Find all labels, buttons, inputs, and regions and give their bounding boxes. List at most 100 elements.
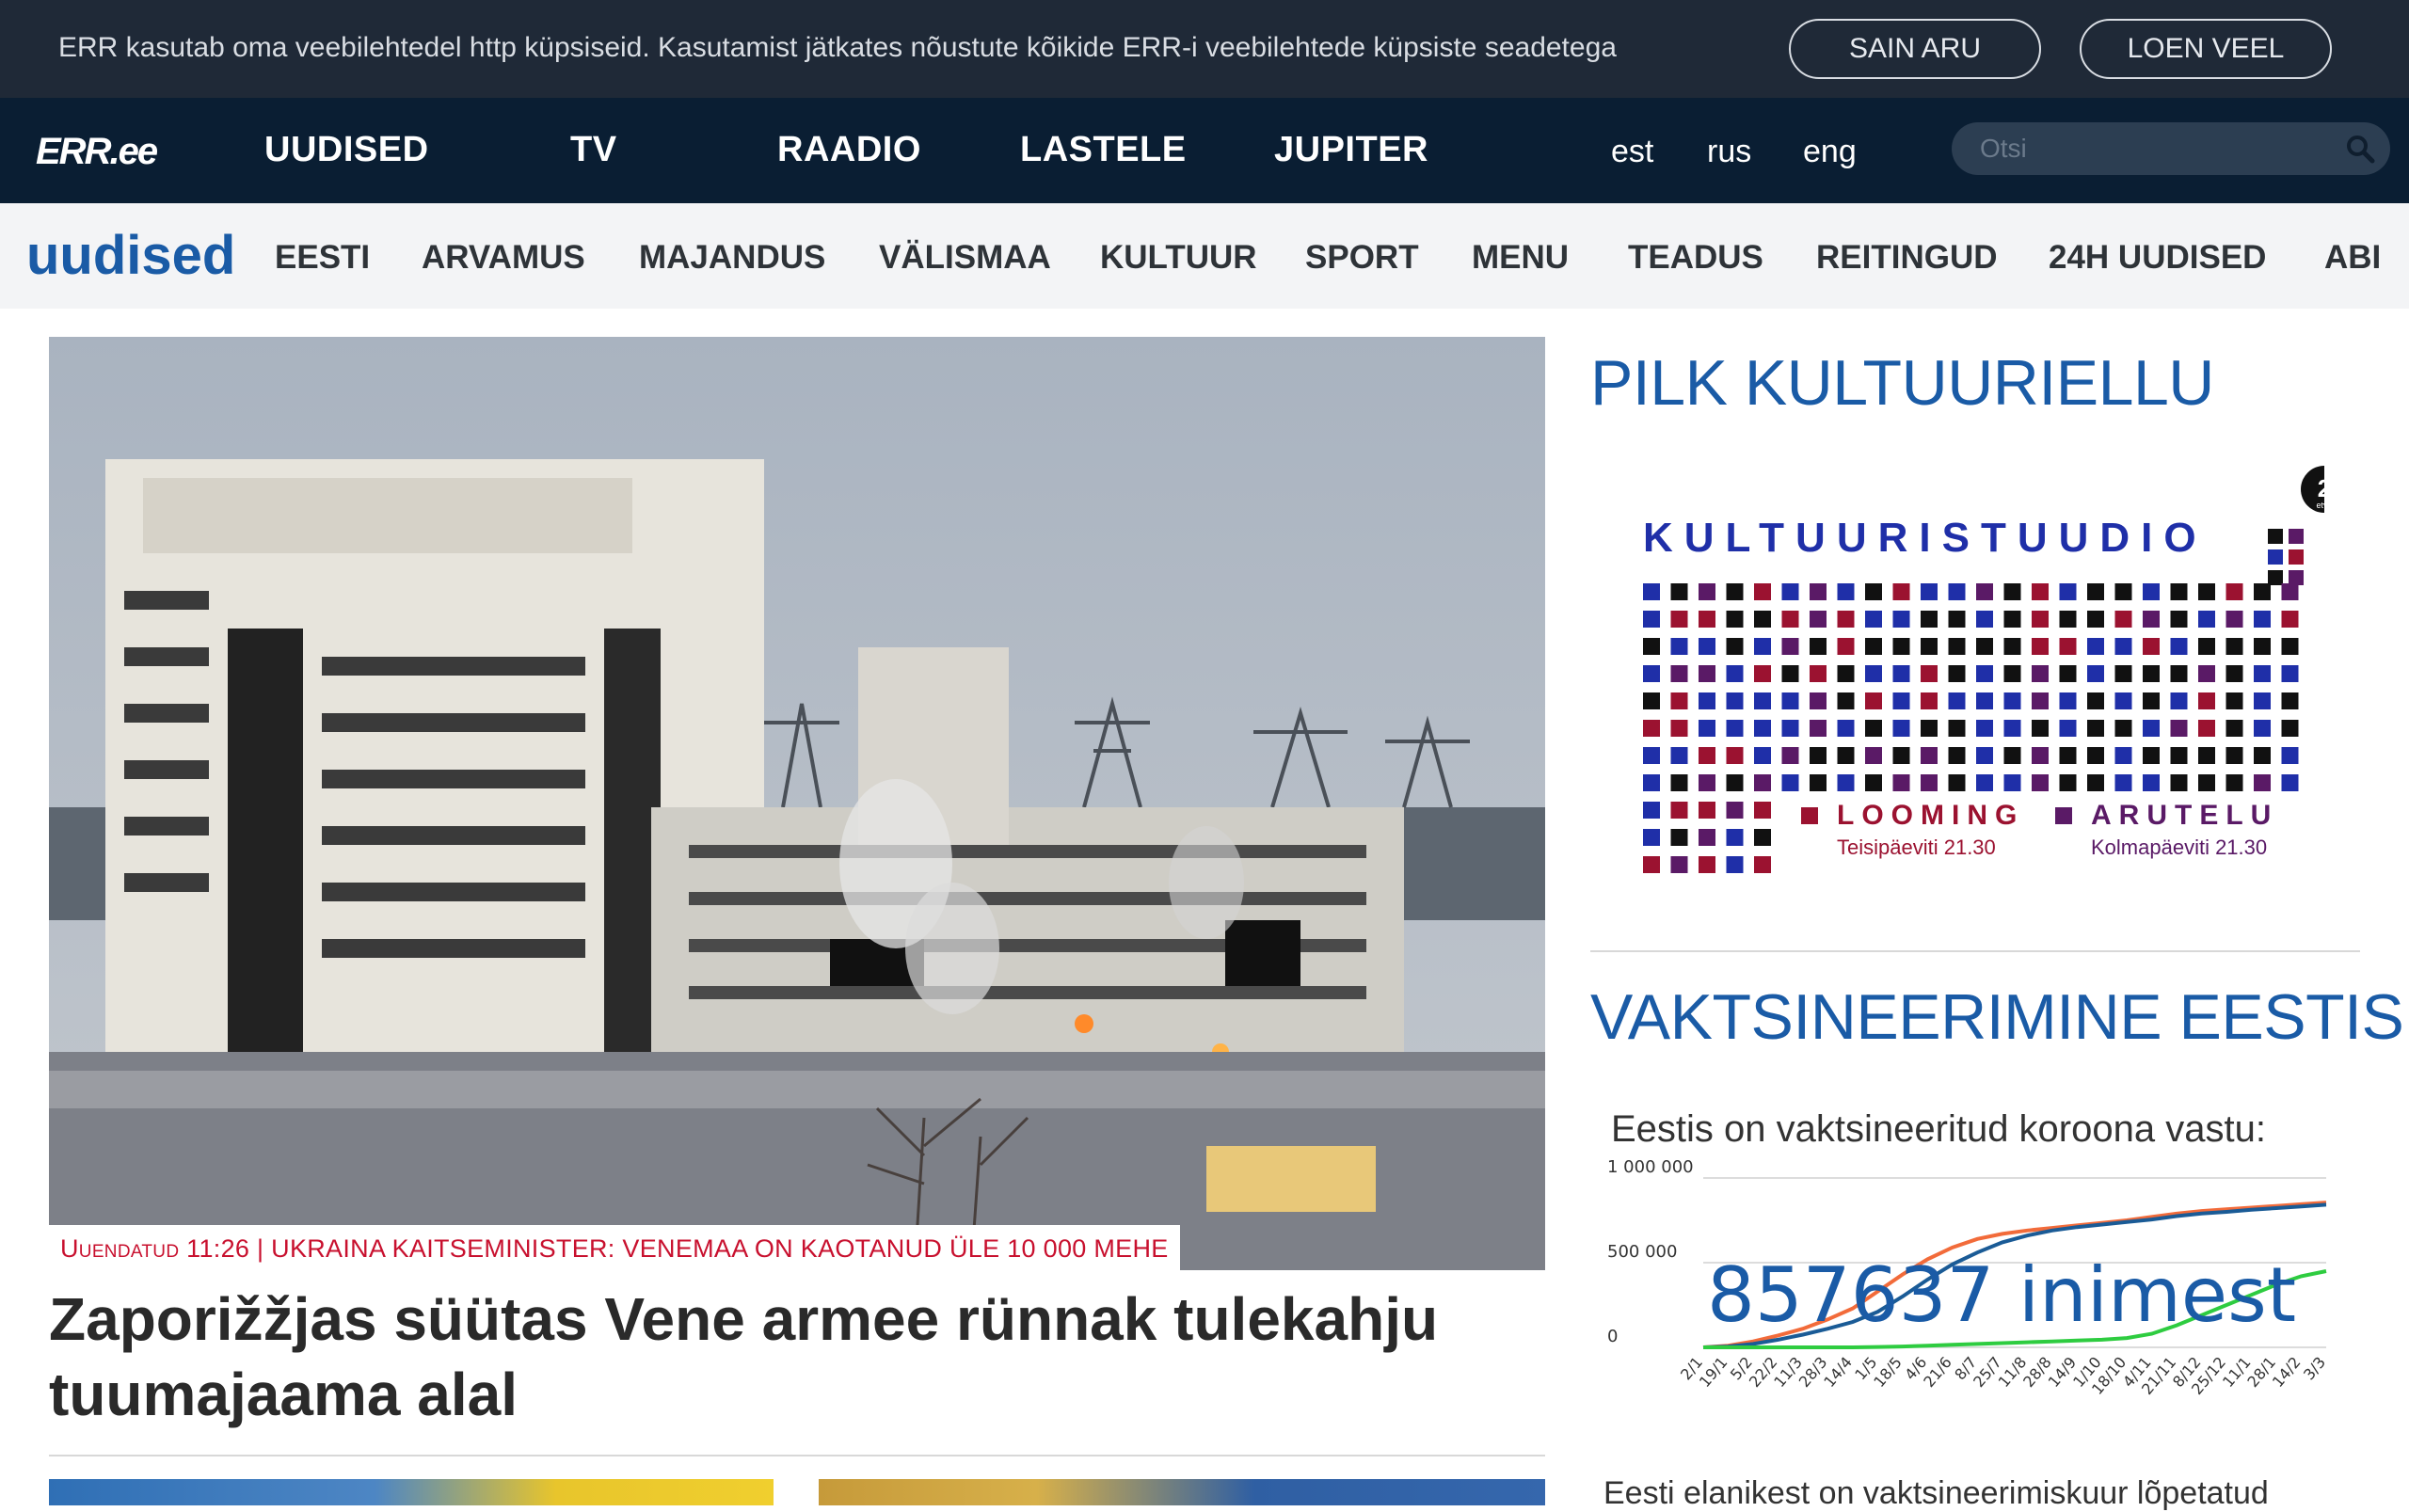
pattern-square: [1643, 665, 1660, 682]
pattern-square: [2289, 529, 2304, 544]
section-item-majandus[interactable]: MAJANDUS: [639, 239, 825, 277]
pattern-square: [1726, 747, 1744, 764]
pattern-square: [2170, 692, 2188, 709]
pattern-square: [1726, 856, 1744, 873]
section-item-valismaa[interactable]: VÄLISMAA: [879, 239, 1051, 277]
updated-time: Uuendatud 11:26: [60, 1234, 250, 1263]
nav-tv[interactable]: TV: [570, 130, 617, 170]
section-item-sport[interactable]: SPORT: [1305, 239, 1419, 277]
chart-y-tick: 1 000 000: [1607, 1159, 1694, 1177]
pattern-square: [1699, 802, 1715, 819]
section-item-reitingud[interactable]: REITINGUD: [1816, 239, 1998, 277]
kultuuristuudio-banner[interactable]: 2 etv2 KULTUURISTUUDIO LOOMING Teisipäev…: [1590, 461, 2324, 894]
pattern-square: [1976, 774, 1993, 791]
pattern-square: [2289, 549, 2304, 565]
pattern-square: [1837, 720, 1855, 737]
nav-lastele[interactable]: LASTELE: [1020, 130, 1187, 170]
pattern-square: [1837, 692, 1855, 709]
nav-jupiter[interactable]: JUPITER: [1274, 130, 1428, 170]
pattern-square: [2289, 570, 2304, 585]
search-icon[interactable]: [2345, 134, 2375, 164]
pattern-square: [2170, 747, 2188, 764]
section-item-eesti[interactable]: EESTI: [275, 239, 370, 277]
accept-cookies-button[interactable]: SAIN ARU: [1789, 19, 2041, 79]
promo-item-arutelu: ARUTELU: [2091, 800, 2278, 831]
pattern-square: [1892, 774, 1910, 791]
pattern-square: [2170, 665, 2188, 682]
pattern-square: [1781, 583, 1799, 600]
nav-raadio[interactable]: RAADIO: [777, 130, 921, 170]
pattern-square: [1976, 583, 1993, 600]
pattern-square: [1643, 747, 1660, 764]
lang-est[interactable]: est: [1611, 134, 1653, 170]
pattern-square: [1781, 720, 1799, 737]
pattern-square: [2254, 774, 2271, 791]
pattern-square: [1699, 665, 1715, 682]
pattern-square: [2003, 747, 2021, 764]
pattern-square: [1921, 774, 1938, 791]
search-input[interactable]: [1980, 130, 2337, 167]
main-article-image[interactable]: [49, 337, 1545, 1270]
pattern-square: [2059, 747, 2077, 764]
pattern-square: [1754, 638, 1771, 655]
pattern-square: [1781, 665, 1799, 682]
pattern-square: [2198, 611, 2215, 628]
pattern-square: [2281, 665, 2299, 682]
article-thumbnail[interactable]: [819, 1479, 1545, 1505]
section-title[interactable]: uudised: [26, 224, 235, 287]
pattern-square: [1810, 774, 1827, 791]
pattern-square: [1670, 856, 1688, 873]
pattern-square: [2059, 665, 2077, 682]
pattern-square: [2143, 720, 2160, 737]
pattern-square: [2281, 774, 2299, 791]
promo-section-title[interactable]: PILK KULTUURIELLU: [1590, 346, 2214, 420]
section-item-teadus[interactable]: TEADUS: [1628, 239, 1763, 277]
read-more-button[interactable]: LOEN VEEL: [2080, 19, 2332, 79]
pattern-square: [2059, 611, 2077, 628]
pattern-square: [1865, 774, 1882, 791]
pattern-square: [1837, 747, 1855, 764]
pattern-square: [1810, 692, 1827, 709]
pattern-square: [1948, 611, 1966, 628]
pattern-square: [1837, 665, 1855, 682]
pattern-square: [1810, 747, 1827, 764]
main-article-headline[interactable]: Zaporižžjas süütas Vene armee rünnak tul…: [49, 1281, 1545, 1432]
pattern-square: [2226, 747, 2243, 764]
section-navigation: uudised EESTI ARVAMUS MAJANDUS VÄLISMAA …: [0, 203, 2409, 309]
nav-uudised[interactable]: UUDISED: [264, 130, 429, 170]
pattern-square: [2114, 720, 2132, 737]
lang-rus[interactable]: rus: [1707, 134, 1751, 170]
pattern-square: [1699, 856, 1715, 873]
vaccination-section-title[interactable]: VAKTSINEERIMINE EESTIS: [1590, 980, 2404, 1054]
section-item-menu[interactable]: MENU: [1472, 239, 1569, 277]
promo-item-looming: LOOMING: [1837, 800, 2024, 831]
pattern-square: [1754, 856, 1771, 873]
pattern-square: [2087, 774, 2104, 791]
pattern-square: [1810, 665, 1827, 682]
section-item-arvamus[interactable]: ARVAMUS: [422, 239, 585, 277]
pattern-square: [2198, 720, 2215, 737]
chart-y-tick: 500 000: [1607, 1242, 1677, 1262]
lang-eng[interactable]: eng: [1803, 134, 1857, 170]
pattern-square: [2226, 611, 2243, 628]
pattern-square: [1670, 665, 1688, 682]
pattern-square: [2198, 665, 2215, 682]
pattern-square: [1699, 720, 1715, 737]
pattern-square: [1643, 829, 1660, 846]
article-thumbnail[interactable]: [49, 1479, 774, 1505]
pattern-square: [1699, 583, 1715, 600]
err-logo[interactable]: ERR.ee: [36, 132, 186, 169]
section-item-kultuur[interactable]: KULTUUR: [1100, 239, 1257, 277]
section-item-24h-uudised[interactable]: 24H UUDISED: [2049, 239, 2266, 277]
pattern-square: [2032, 720, 2049, 737]
pattern-square: [1948, 583, 1966, 600]
pattern-square: [1754, 802, 1771, 819]
article-kicker[interactable]: Uuendatud 11:26 | UKRAINA KAITSEMINISTER…: [49, 1225, 1180, 1270]
pattern-square: [2254, 720, 2271, 737]
pattern-square: [1865, 583, 1882, 600]
svg-text:etv2: etv2: [2316, 501, 2324, 510]
search-box: [1952, 122, 2390, 175]
pattern-square: [2143, 638, 2160, 655]
section-item-abi[interactable]: ABI: [2324, 239, 2381, 277]
pattern-square: [1810, 611, 1827, 628]
